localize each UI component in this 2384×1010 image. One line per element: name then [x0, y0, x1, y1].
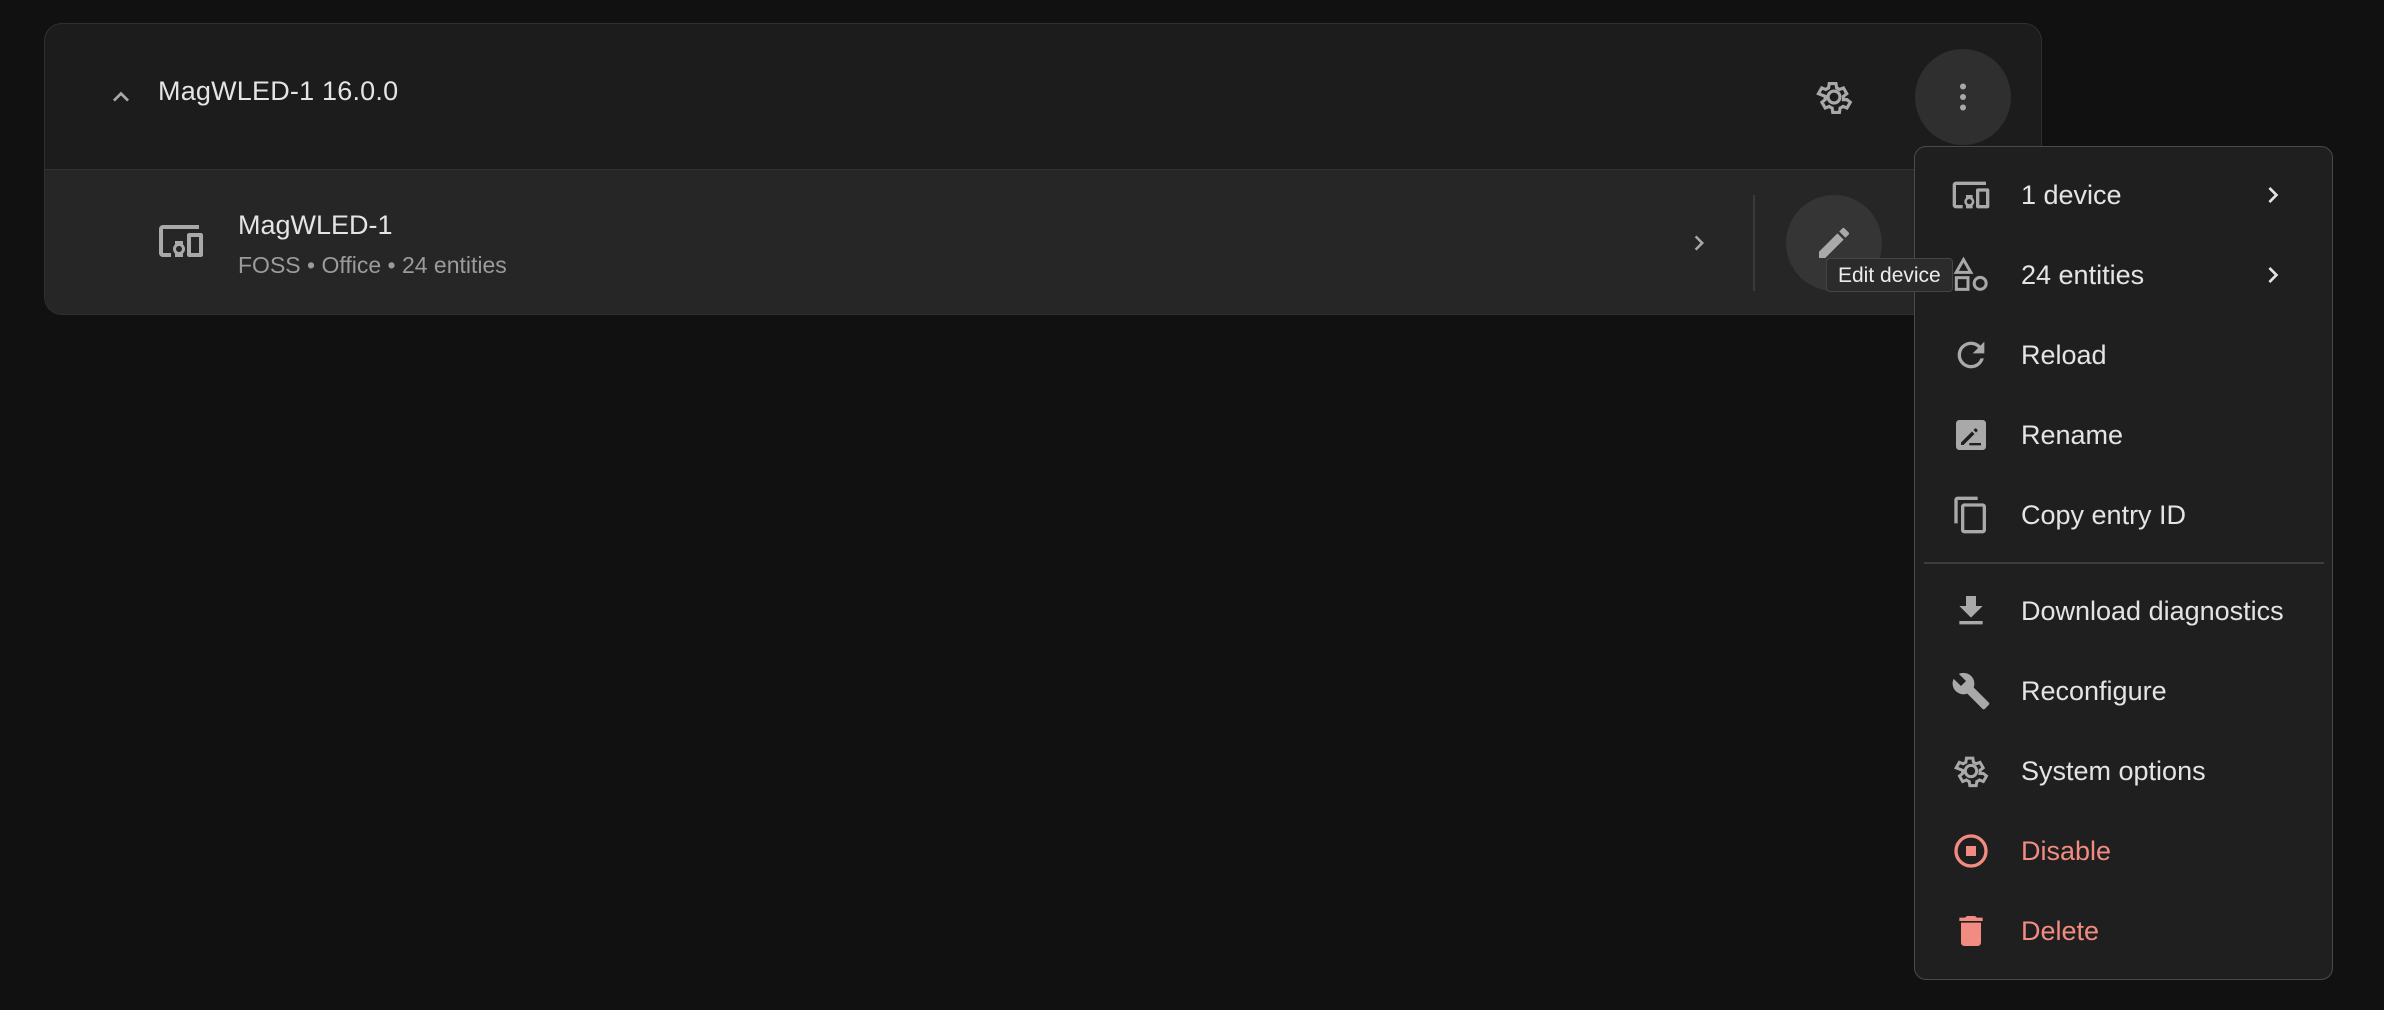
shape-icon [1951, 255, 1991, 295]
chevron-right-icon [2253, 255, 2293, 295]
divider [1753, 195, 1755, 291]
gear-icon [1813, 76, 1855, 118]
menu-item-label: 1 device [2021, 179, 2122, 210]
menu-item-label: 24 entities [2021, 259, 2145, 290]
overflow-menu: 1 device 24 entities Reload Rename Copy … [1914, 146, 2333, 980]
edit-device-tooltip: Edit device [1826, 258, 1953, 292]
menu-item-label: Rename [2021, 419, 2124, 450]
download-icon [1951, 591, 1991, 631]
menu-item-disable[interactable]: Disable [1915, 811, 2332, 891]
menu-item-reconfigure[interactable]: Reconfigure [1915, 651, 2332, 731]
menu-item-label: Download diagnostics [2021, 595, 2284, 626]
device-open-button[interactable] [1675, 219, 1723, 267]
device-name: MagWLED-1 [238, 210, 393, 240]
menu-item-label: System options [2021, 755, 2206, 786]
menu-item-download-diagnostics[interactable]: Download diagnostics [1915, 571, 2332, 651]
devices-icon [157, 217, 205, 265]
menu-item-label: Delete [2021, 915, 2100, 946]
menu-item-rename[interactable]: Rename [1915, 395, 2332, 475]
rename-icon [1951, 415, 1991, 455]
menu-item-reload[interactable]: Reload [1915, 315, 2332, 395]
chevron-right-icon [1684, 228, 1714, 258]
integration-card: MagWLED-1 16.0.0 MagWLED-1 FOSS • Office… [44, 23, 2042, 315]
stop-circle-icon [1951, 831, 1991, 871]
trash-icon [1951, 911, 1991, 951]
devices-icon [1951, 175, 1991, 215]
settings-button[interactable] [1808, 71, 1860, 123]
menu-divider [1924, 562, 2324, 564]
copy-icon [1951, 495, 1991, 535]
pencil-icon [1814, 223, 1854, 263]
chevron-up-icon [105, 81, 137, 113]
dots-vertical-icon [1945, 79, 1981, 115]
menu-item-label: Reconfigure [2021, 675, 2167, 706]
menu-item-copy-id[interactable]: Copy entry ID [1915, 475, 2332, 555]
menu-item-label: Reload [2021, 339, 2107, 370]
reload-icon [1951, 335, 1991, 375]
menu-item-label: Disable [2021, 835, 2112, 866]
menu-item-delete[interactable]: Delete [1915, 891, 2332, 971]
wrench-icon [1951, 671, 1991, 711]
device-subtitle: FOSS • Office • 24 entities [238, 252, 507, 278]
gear-icon [1951, 751, 1991, 791]
chevron-right-icon [2253, 175, 2293, 215]
more-options-button[interactable] [1915, 49, 2011, 145]
menu-item-devices[interactable]: 1 device [1915, 155, 2332, 235]
menu-item-system-options[interactable]: System options [1915, 731, 2332, 811]
device-row[interactable]: MagWLED-1 FOSS • Office • 24 entities [45, 170, 2041, 314]
card-title: MagWLED-1 16.0.0 [158, 76, 399, 106]
menu-item-entities[interactable]: 24 entities [1915, 235, 2332, 315]
menu-item-label: Copy entry ID [2021, 499, 2187, 530]
card-header: MagWLED-1 16.0.0 [45, 24, 2041, 170]
collapse-button[interactable] [97, 73, 145, 121]
